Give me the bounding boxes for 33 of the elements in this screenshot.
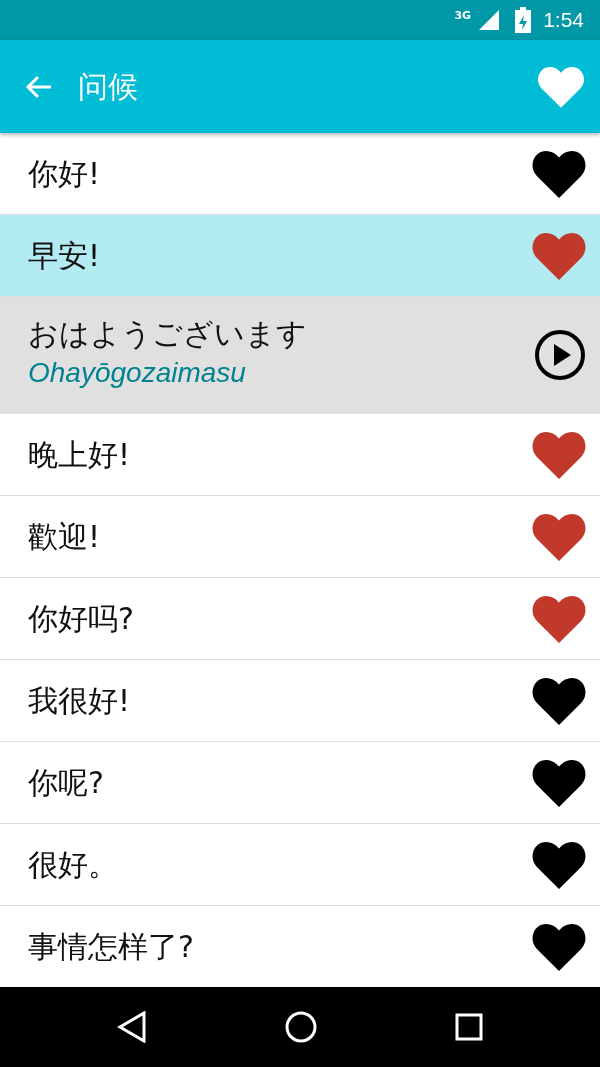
heart-icon[interactable]: [532, 922, 586, 971]
phrase-row[interactable]: 你呢?: [0, 742, 600, 824]
screen-title: 问候: [78, 68, 139, 106]
heart-icon[interactable]: [532, 149, 586, 198]
phrase-row[interactable]: おはようございます Ohayōgozaimasu: [0, 297, 600, 414]
clock: 1:54: [543, 7, 584, 34]
phrase-row[interactable]: 很好。: [0, 824, 600, 906]
phrase-text: 早安!: [28, 237, 102, 274]
phrase-row[interactable]: 早安!: [0, 215, 600, 297]
phrase-row[interactable]: 晚上好!: [0, 414, 600, 496]
heart-icon[interactable]: [532, 676, 586, 725]
phrase-text: 你好吗?: [28, 600, 135, 637]
phrase-row[interactable]: 我很好!: [0, 660, 600, 742]
phrase-row[interactable]: 你好吗?: [0, 578, 600, 660]
romanization-text: Ohayōgozaimasu: [28, 356, 247, 390]
phrase-text: 我很好!: [28, 682, 132, 719]
play-icon[interactable]: [534, 329, 586, 381]
heart-icon[interactable]: [532, 840, 586, 889]
phrase-text: 你好!: [28, 155, 102, 192]
phrase-text: 晚上好!: [28, 436, 132, 473]
back-icon[interactable]: [117, 1011, 147, 1043]
phrase-text: 歡迎!: [28, 518, 102, 555]
home-icon[interactable]: [285, 1011, 317, 1043]
recents-icon[interactable]: [455, 1013, 483, 1041]
phrase-row[interactable]: 歡迎!: [0, 496, 600, 578]
phrase-text: 很好。: [28, 846, 119, 883]
signal-icon: [479, 10, 500, 30]
phrase-text: 你呢?: [28, 764, 105, 801]
heart-icon[interactable]: [532, 758, 586, 807]
phrase-text: 事情怎样了?: [28, 928, 195, 965]
network-type: 3G: [454, 8, 472, 24]
battery-icon: [515, 7, 532, 33]
phrase-text: おはようございます: [28, 316, 308, 352]
